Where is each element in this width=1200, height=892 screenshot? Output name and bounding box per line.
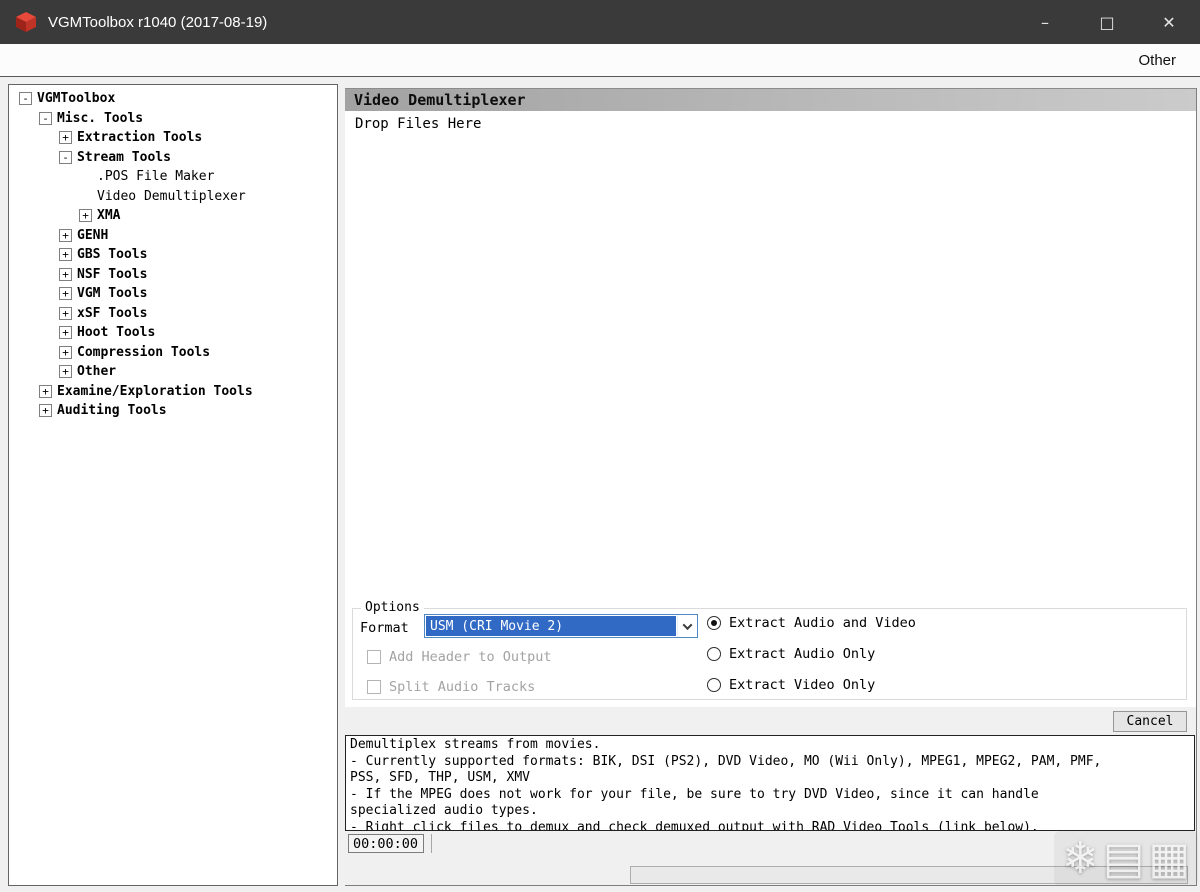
tree-item-compression-tools[interactable]: +Compression Tools [9,343,337,363]
tree-expander-icon[interactable]: + [59,229,72,242]
drop-files-label: Drop Files Here [355,116,481,132]
close-button[interactable]: ✕ [1138,0,1200,44]
tree-expander-icon[interactable]: + [59,365,72,378]
tree-item-stream-tools[interactable]: -Stream Tools [9,148,337,168]
tree-item-examine-exploration-tools[interactable]: +Examine/Exploration Tools [9,382,337,402]
tree-expander-icon[interactable]: + [59,248,72,261]
close-icon: ✕ [1162,13,1175,32]
video-demultiplexer-panel: Video Demultiplexer Drop Files Here Opti… [345,88,1197,886]
description-textbox[interactable]: Demultiplex streams from movies. - Curre… [345,735,1195,831]
tree-expander-icon[interactable]: - [59,151,72,164]
drop-files-area[interactable]: Drop Files Here Options Format USM (CRI … [345,111,1196,707]
checkbox-icon [367,650,381,664]
format-combobox-value: USM (CRI Movie 2) [426,616,676,636]
minimize-button[interactable]: – [1014,0,1076,44]
tree-expander-icon[interactable]: + [59,131,72,144]
tree-expander-icon[interactable]: + [39,385,52,398]
tree-item-misc-tools[interactable]: -Misc. Tools [9,109,337,129]
window-title: VGMToolbox r1040 (2017-08-19) [48,14,267,31]
checkbox-split-audio-tracks[interactable]: Split Audio Tracks [367,679,535,695]
tree-expander-icon[interactable]: - [39,112,52,125]
app-window: VGMToolbox r1040 (2017-08-19) – □ ✕ Othe… [0,0,1200,892]
menu-other[interactable]: Other [1114,52,1200,69]
options-group-label: Options [361,600,424,615]
tree-item-auditing-tools[interactable]: +Auditing Tools [9,401,337,421]
checkbox-icon [367,680,381,694]
maximize-icon: □ [1099,13,1114,32]
tree-expander-icon[interactable]: + [39,404,52,417]
tool-tree[interactable]: -VGMToolbox -Misc. Tools +Extraction Too… [8,84,338,886]
tree-expander-icon[interactable]: + [79,209,92,222]
checkbox-add-header-to-output[interactable]: Add Header to Output [367,649,552,665]
cancel-button[interactable]: Cancel [1113,711,1187,732]
dropdown-arrow-icon[interactable] [677,615,697,637]
radio-extract-video-only[interactable]: Extract Video Only [707,677,875,693]
app-icon [14,10,38,34]
tree-item-xma[interactable]: +XMA [9,206,337,226]
tree-item-other[interactable]: +Other [9,362,337,382]
format-label: Format [360,620,409,636]
radio-icon [707,647,721,661]
panel-title: Video Demultiplexer [354,91,526,109]
tree-expander-icon[interactable]: - [19,92,32,105]
window-controls: – □ ✕ [1014,0,1200,44]
elapsed-time: 00:00:00 [348,834,424,853]
tree-expander-icon[interactable]: + [59,268,72,281]
tree-item-vgm-tools[interactable]: +VGM Tools [9,284,337,304]
minimize-icon: – [1041,13,1049,32]
tree-item-nsf-tools[interactable]: +NSF Tools [9,265,337,285]
watermark-character: ▤ [1103,833,1145,884]
tree-item-extraction-tools[interactable]: +Extraction Tools [9,128,337,148]
tree-item-hoot-tools[interactable]: +Hoot Tools [9,323,337,343]
radio-icon [707,616,721,630]
tree-expander-icon[interactable]: + [59,326,72,339]
status-separator [431,834,432,853]
tree-item-video-demultiplexer[interactable]: Video Demultiplexer [9,187,337,207]
watermark-character: ▦ [1148,833,1190,884]
tree-item-vgmtoolbox[interactable]: -VGMToolbox [9,89,337,109]
radio-extract-audio-and-video[interactable]: Extract Audio and Video [707,615,916,631]
watermark-logo: ❄ ▤ ▦ [1054,831,1198,886]
radio-extract-audio-only[interactable]: Extract Audio Only [707,646,875,662]
tree-item-xsf-tools[interactable]: +xSF Tools [9,304,337,324]
tree-item-gbs-tools[interactable]: +GBS Tools [9,245,337,265]
format-combobox[interactable]: USM (CRI Movie 2) [424,614,698,638]
snowflake-icon: ❄ [1062,833,1099,884]
description-text: Demultiplex streams from movies. - Curre… [346,736,1194,831]
tree-item-pos-file-maker[interactable]: .POS File Maker [9,167,337,187]
cancel-strip: Cancel [345,707,1196,735]
tree-expander-icon[interactable]: + [59,307,72,320]
tree-item-genh[interactable]: +GENH [9,226,337,246]
panel-header: Video Demultiplexer [345,88,1196,111]
tree-expander-icon[interactable]: + [59,346,72,359]
titlebar: VGMToolbox r1040 (2017-08-19) – □ ✕ [0,0,1200,44]
maximize-button[interactable]: □ [1076,0,1138,44]
options-group: Options Format USM (CRI Movie 2) Add Hea… [345,595,1196,707]
tree-expander-icon[interactable]: + [59,287,72,300]
radio-icon [707,678,721,692]
menubar: Other [0,44,1200,77]
